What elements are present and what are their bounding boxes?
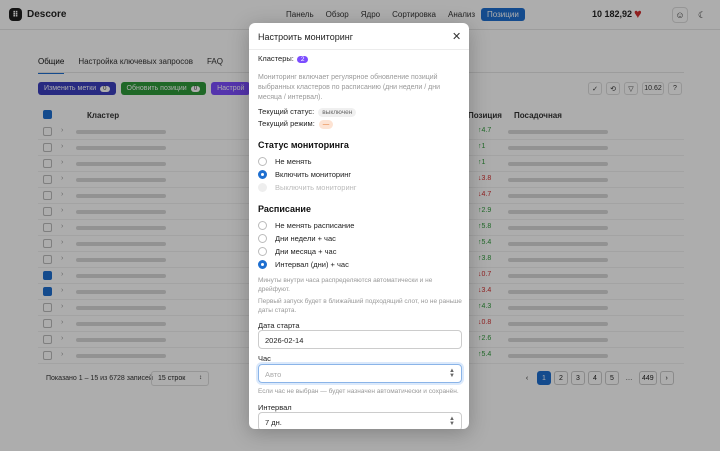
interval-label: Интервал [258,403,292,412]
option-label: Включить мониторинг [275,170,352,179]
sched-opts-option-2[interactable]: Дни месяца + час [258,247,336,256]
current-mode-label: Текущий режим: [258,119,315,128]
chevron-updown-icon: ▲ ▼ [449,368,455,379]
option-label: Не менять [275,157,312,166]
option-label: Интервал (дни) + час [275,260,349,269]
hour-help: Если час не выбран — будет назначен авто… [258,388,459,395]
hour-label: Час [258,354,271,363]
current-status-row: Текущий статус: выключен [258,107,357,117]
current-mode-row: Текущий режим: — [258,119,334,129]
dialog-title: Настроить мониторинг [258,32,353,42]
option-label: Дни месяца + час [275,247,337,256]
current-status-label: Текущий статус: [258,107,315,116]
start-date-input[interactable]: 2026-02-14 [258,330,462,349]
radio-icon[interactable] [258,234,267,243]
start-date-value: 2026-02-14 [265,336,304,345]
interval-input[interactable]: 7 дн. ▲ ▼ [258,412,462,429]
dialog-divider [249,49,469,50]
option-label: Выключить мониторинг [275,183,357,192]
status-opts-option-1[interactable]: Включить мониторинг [258,170,351,179]
close-icon[interactable]: ✕ [452,30,461,43]
radio-icon[interactable] [258,157,267,166]
interval-value: 7 дн. [265,418,282,427]
option-label: Дни недели + час [275,234,336,243]
clusters-row: Кластеры: 2 [258,54,309,63]
radio-icon[interactable] [258,247,267,256]
status-section-title: Статус мониторинга [258,140,349,150]
sched-opts-option-1[interactable]: Дни недели + час [258,234,336,243]
hour-placeholder: Авто [265,370,282,379]
hour-select[interactable]: Авто ▲ ▼ [258,364,462,383]
current-mode-badge: — [318,120,334,129]
current-status-badge: выключен [318,108,357,117]
sched-opts-option-0[interactable]: Не менять расписание [258,221,354,230]
clusters-label: Кластеры: [258,54,294,63]
status-opts-option-2: Выключить мониторинг [258,183,357,192]
sched-opts-option-3[interactable]: Интервал (дни) + час [258,260,349,269]
stepper-icon[interactable]: ▲ ▼ [449,416,455,427]
minutes-help: Минуты внутри часа распределяются автома… [258,277,433,293]
radio-icon[interactable] [258,260,267,269]
radio-icon[interactable] [258,170,267,179]
option-label: Не менять расписание [275,221,355,230]
radio-icon[interactable] [258,183,267,192]
monitoring-dialog: Настроить мониторинг ✕ Кластеры: 2 Монито… [249,23,469,429]
clusters-count-badge: 2 [296,56,309,63]
start-date-label: Дата старта [258,321,300,330]
first-run-help: Первый запуск будет в ближайший подходящ… [258,298,462,314]
dialog-description: Мониторинг включает регулярное обновлени… [258,74,440,101]
radio-icon[interactable] [258,221,267,230]
schedule-section-title: Расписание [258,204,311,214]
status-opts-option-0[interactable]: Не менять [258,157,312,166]
